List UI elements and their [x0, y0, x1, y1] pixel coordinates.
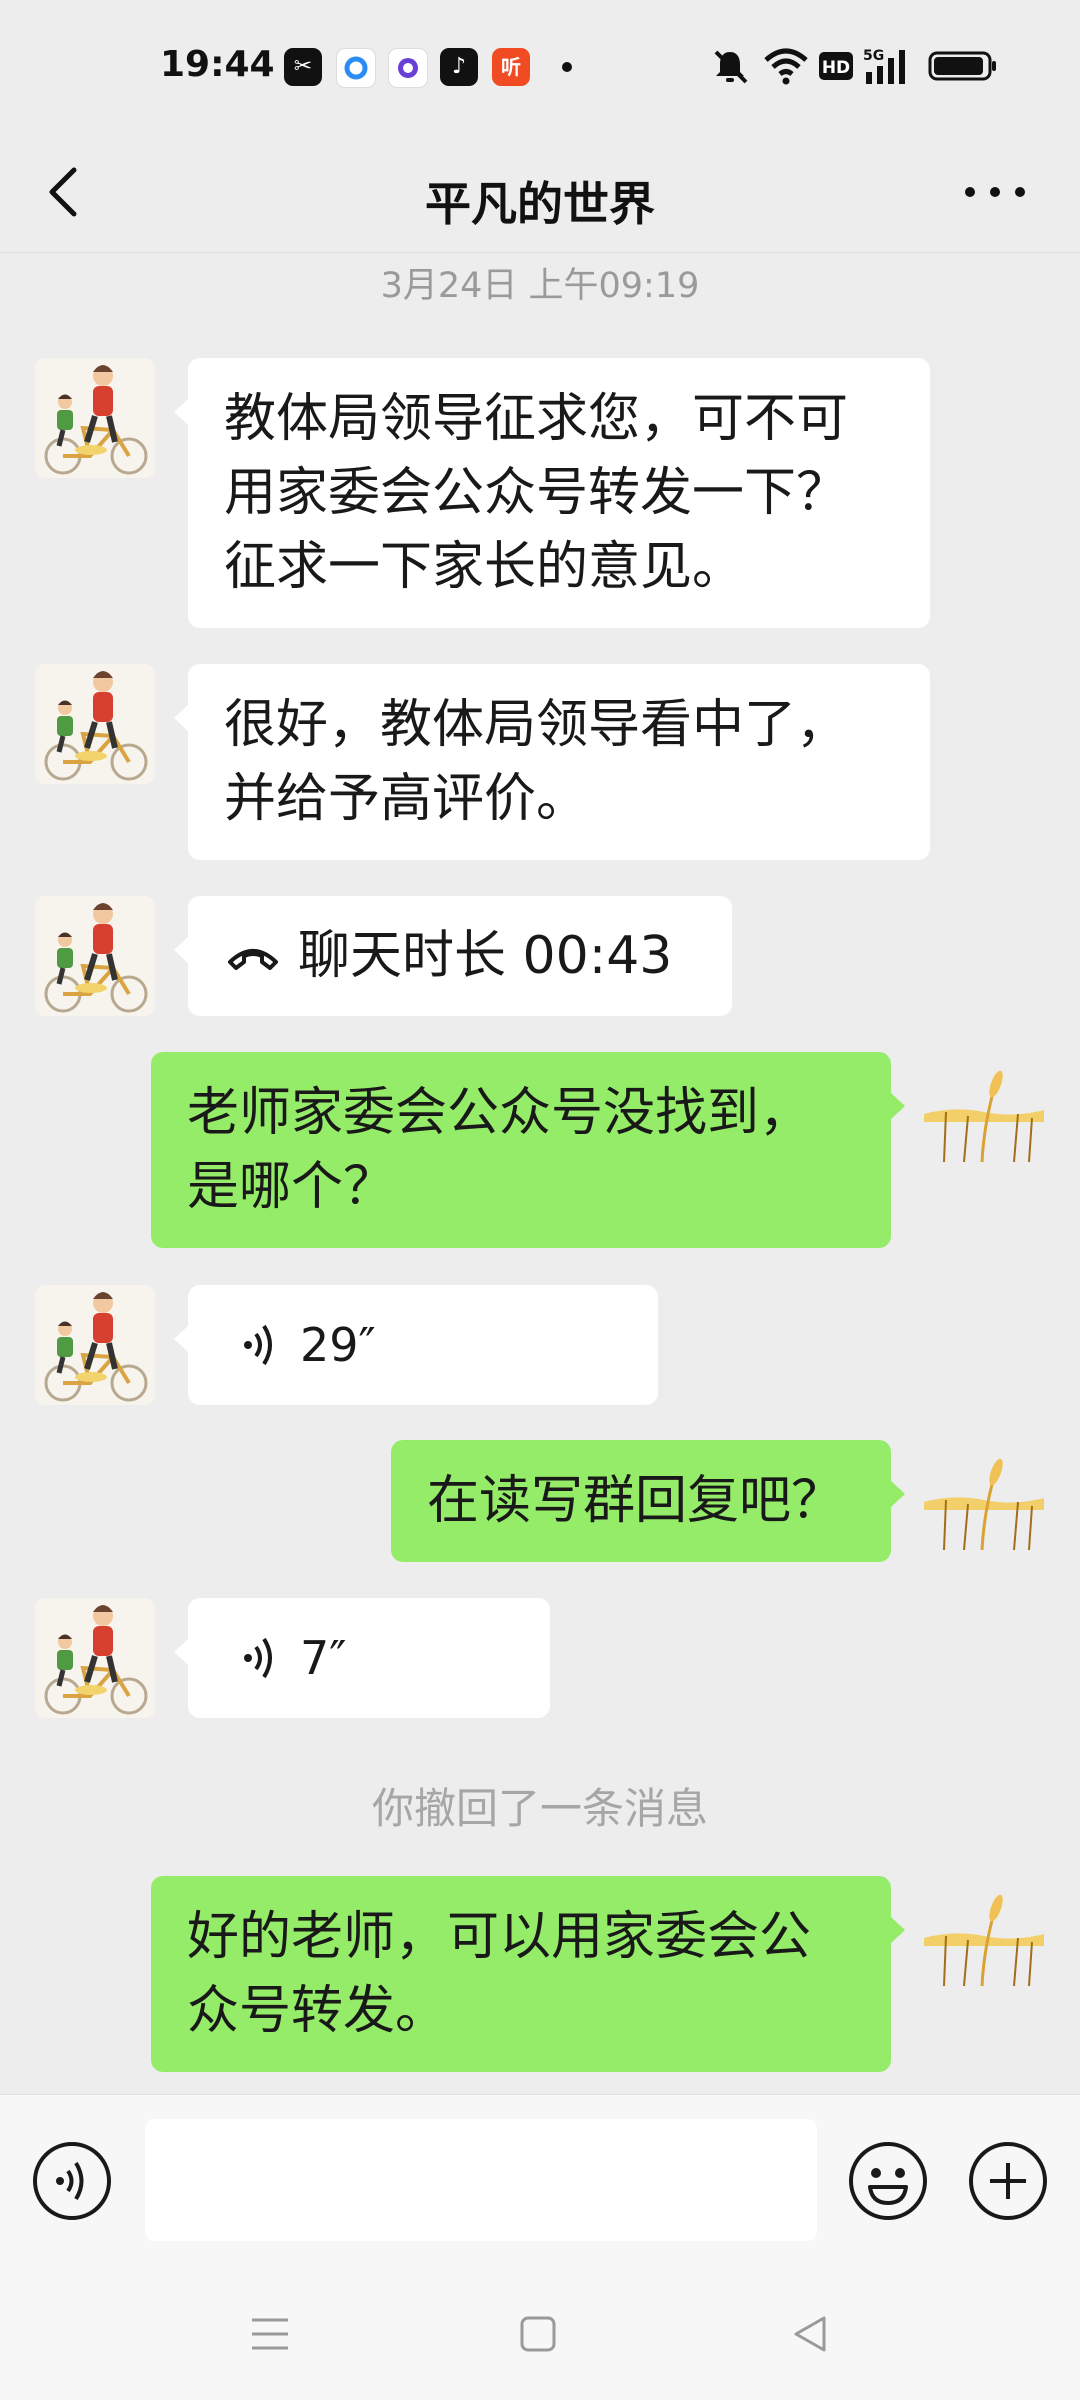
- status-bar: 19:44 ✂ ♪ 听 HD 5G: [0, 0, 1080, 132]
- my-avatar[interactable]: [924, 1876, 1044, 1996]
- voice-wave-icon: [244, 1324, 272, 1366]
- back-triangle-icon[interactable]: [788, 2312, 832, 2356]
- voice-message-bubble[interactable]: 29″: [174, 1285, 658, 1405]
- contact-avatar[interactable]: [35, 358, 155, 478]
- my-avatar[interactable]: [924, 1052, 1044, 1172]
- contact-avatar[interactable]: [35, 896, 155, 1016]
- purple-app-icon: [388, 48, 428, 88]
- message-bubble-incoming[interactable]: 很好，教体局领导看中了，并给予高评价。: [174, 664, 930, 860]
- phone-hangup-icon: [228, 949, 278, 970]
- svg-text:5G: 5G: [863, 48, 884, 64]
- message-bubble-incoming[interactable]: 教体局领导征求您，可不可用家委会公众号转发一下？征求一下家长的意见。: [174, 358, 930, 628]
- signal-5g-icon: 5G: [863, 48, 905, 84]
- menu-icon[interactable]: [248, 2312, 292, 2356]
- more-dots-icon[interactable]: [960, 170, 1030, 214]
- tiktok-icon: ♪: [440, 48, 478, 86]
- chat-title: 平凡的世界: [425, 177, 655, 231]
- svg-text:HD: HD: [822, 58, 850, 78]
- ting-app-icon: 听: [492, 48, 530, 86]
- chat-timestamp: 3月24日 上午09:19: [380, 266, 700, 306]
- circle-app-icon: [336, 48, 376, 88]
- status-time: 19:44: [160, 44, 275, 85]
- home-square-icon[interactable]: [516, 2312, 560, 2356]
- voice-wave-icon: [244, 1637, 272, 1679]
- emoji-icon[interactable]: [846, 2139, 930, 2223]
- capcut-icon: ✂: [284, 48, 322, 86]
- battery-icon: [928, 51, 996, 81]
- hd-badge: HD: [819, 52, 853, 80]
- more-notifications-dot: [562, 62, 572, 72]
- message-input[interactable]: [145, 2119, 817, 2241]
- contact-avatar[interactable]: [35, 1285, 155, 1405]
- voice-message-bubble[interactable]: 7″: [174, 1598, 550, 1718]
- call-duration-text: 聊天时长 00:43: [298, 926, 673, 986]
- plus-circle-icon[interactable]: [966, 2139, 1050, 2223]
- recall-notice: 你撤回了一条消息: [371, 1784, 708, 1833]
- message-bubble-outgoing[interactable]: 老师家委会公众号没找到，是哪个？: [151, 1052, 905, 1248]
- mute-bell-icon: [714, 50, 748, 84]
- voice-input-icon[interactable]: [30, 2139, 114, 2223]
- voice-duration: 7″: [300, 1631, 347, 1685]
- call-record-bubble[interactable]: 聊天时长 00:43: [174, 896, 732, 1016]
- wifi-icon: [764, 48, 808, 85]
- my-avatar[interactable]: [924, 1440, 1044, 1560]
- chat-header: 平凡的世界: [0, 132, 1080, 253]
- message-bubble-outgoing[interactable]: 好的老师，可以用家委会公众号转发。: [151, 1876, 905, 2072]
- voice-duration: 29″: [300, 1318, 376, 1372]
- message-bubble-outgoing[interactable]: 在读写群回复吧？: [391, 1440, 905, 1562]
- contact-avatar[interactable]: [35, 664, 155, 784]
- contact-avatar[interactable]: [35, 1598, 155, 1718]
- system-navigation-bar: [0, 2270, 1080, 2400]
- chat-input-bar: [0, 2094, 1080, 2271]
